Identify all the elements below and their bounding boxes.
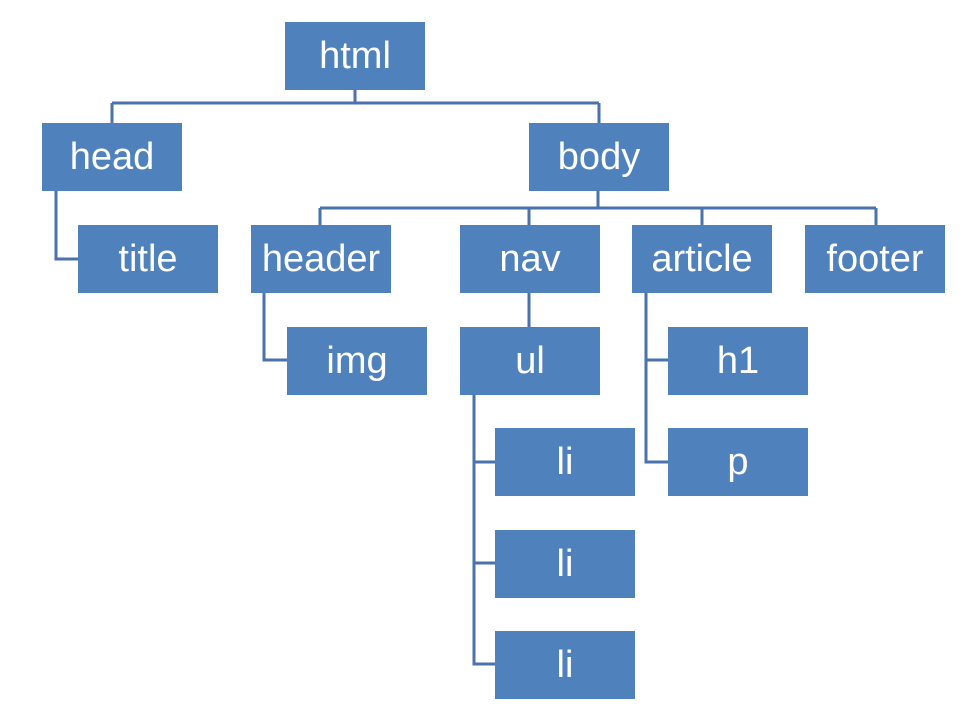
node-li-1: li [495, 428, 635, 496]
node-li-3: li [495, 631, 635, 699]
node-html: html [285, 22, 425, 90]
node-title: title [78, 225, 218, 293]
connector-head-title [54, 191, 78, 261]
node-li-2: li [495, 530, 635, 598]
connector-article-stem [644, 292, 668, 464]
node-head: head [42, 123, 182, 191]
connector-header-img [262, 292, 287, 362]
node-nav: nav [460, 225, 600, 293]
node-ul: ul [460, 327, 600, 395]
node-body: body [529, 123, 669, 191]
node-article: article [632, 225, 772, 293]
node-footer: footer [805, 225, 945, 293]
node-p: p [668, 428, 808, 496]
node-img: img [287, 327, 427, 395]
node-h1: h1 [668, 327, 808, 395]
node-header: header [251, 225, 391, 293]
connector-ul-stem [472, 394, 495, 666]
